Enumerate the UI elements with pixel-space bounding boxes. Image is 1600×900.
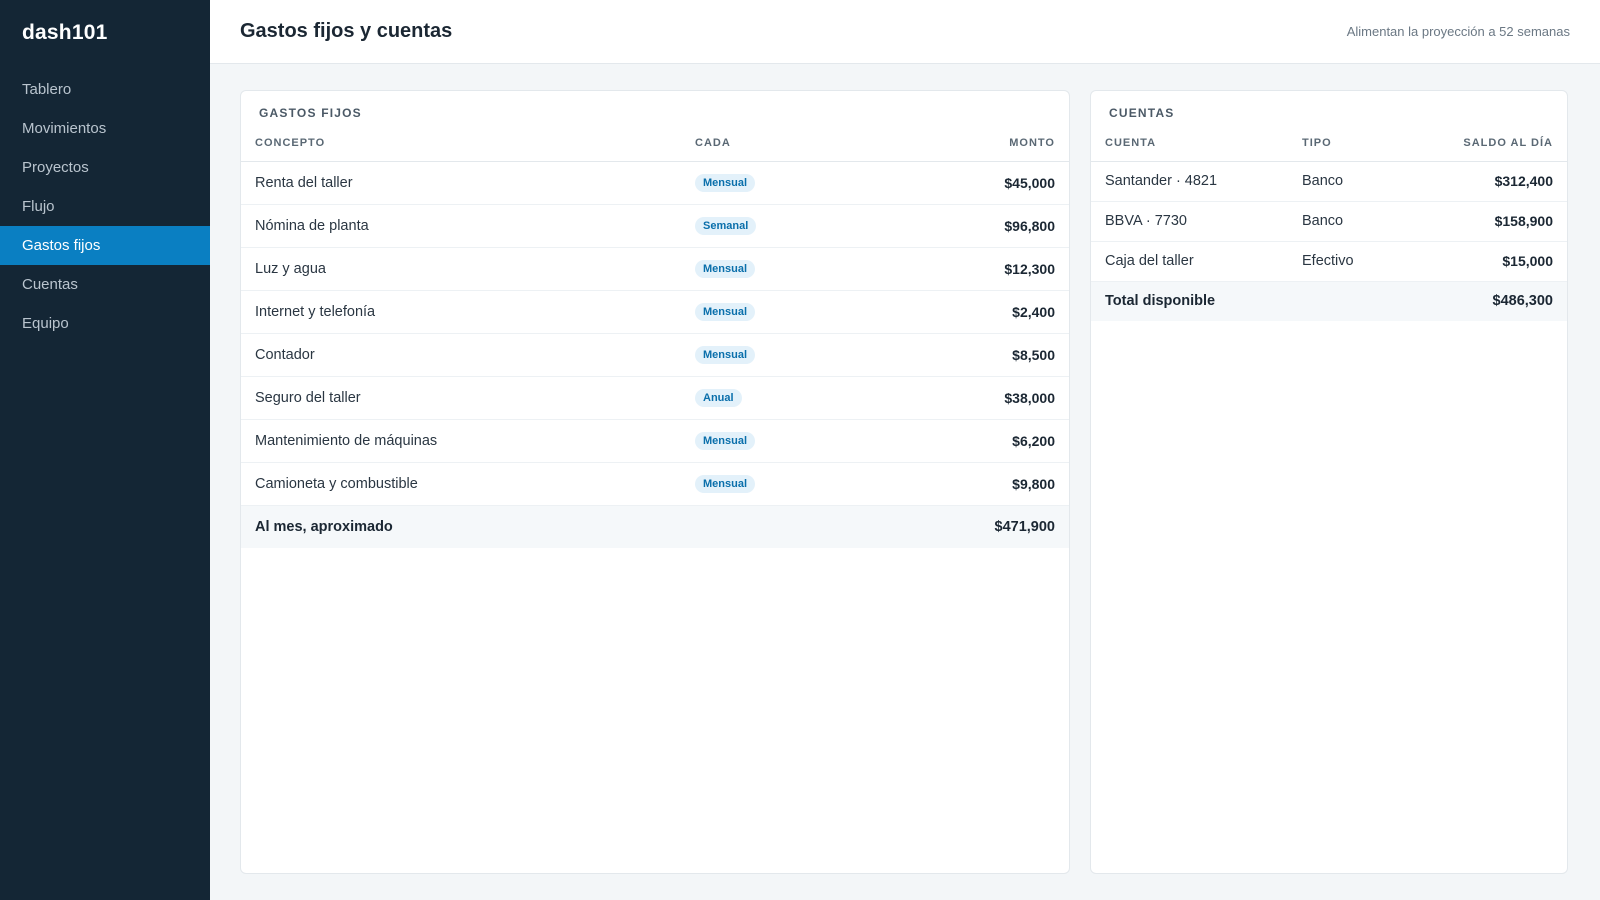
concept-cell: Seguro del taller (241, 376, 681, 420)
account-name-cell: BBVA · 7730 (1091, 201, 1288, 242)
frequency-badge: Mensual (695, 259, 756, 278)
content: GASTOS FIJOS CONCEPTO CADA MONTO Renta d… (210, 64, 1600, 900)
account-name-cell: Santander · 4821 (1091, 161, 1288, 202)
account-type-cell: Efectivo (1288, 241, 1401, 282)
page-title: Gastos fijos y cuentas (240, 20, 453, 42)
total-label: Al mes, aproximado (241, 505, 681, 548)
accounts-table: CUENTA TIPO SALDO AL DÍA Santander · 482… (1091, 125, 1567, 321)
table-row[interactable]: Seguro del taller Anual $38,000 (241, 376, 1069, 420)
table-header-row: CUENTA TIPO SALDO AL DÍA (1091, 125, 1567, 162)
frequency-badge: Mensual (695, 173, 756, 192)
top-bar: Gastos fijos y cuentas Alimentan la proy… (210, 0, 1600, 64)
concept-cell: Contador (241, 333, 681, 377)
table-row[interactable]: Luz y agua Mensual $12,300 (241, 247, 1069, 291)
total-row: Total disponible $486,300 (1091, 281, 1567, 321)
sidebar-item-movimientos[interactable]: Movimientos (0, 109, 210, 148)
frequency-badge: Semanal (695, 216, 757, 235)
frequency-badge: Mensual (695, 474, 756, 493)
card-title: CUENTAS (1109, 106, 1175, 120)
table-row[interactable]: Santander · 4821 Banco $312,400 (1091, 161, 1567, 202)
table-row[interactable]: Mantenimiento de máquinas Mensual $6,200 (241, 419, 1069, 463)
balance-cell: $15,000 (1400, 241, 1567, 282)
total-row: Al mes, aproximado $471,900 (241, 505, 1069, 548)
sidebar-item-tablero[interactable]: Tablero (0, 70, 210, 109)
sidebar-item-flujo[interactable]: Flujo (0, 187, 210, 226)
concept-cell: Nómina de planta (241, 204, 681, 248)
table-header-row: CONCEPTO CADA MONTO (241, 125, 1069, 162)
amount-cell: $96,800 (875, 204, 1069, 248)
brand-logo[interactable]: dash101 (0, 0, 210, 70)
table-row[interactable]: Contador Mensual $8,500 (241, 333, 1069, 377)
frequency-badge: Mensual (695, 302, 756, 321)
account-type-cell: Banco (1288, 201, 1401, 242)
account-type-cell: Banco (1288, 161, 1401, 202)
concept-cell: Renta del taller (241, 161, 681, 205)
main-area: Gastos fijos y cuentas Alimentan la proy… (210, 0, 1600, 900)
total-label: Total disponible (1091, 281, 1288, 321)
balance-cell: $158,900 (1400, 201, 1567, 242)
sidebar-item-proyectos[interactable]: Proyectos (0, 148, 210, 187)
sidebar-item-gastos-fijos[interactable]: Gastos fijos (0, 226, 210, 265)
concept-cell: Mantenimiento de máquinas (241, 419, 681, 463)
table-row[interactable]: Caja del taller Efectivo $15,000 (1091, 241, 1567, 282)
amount-cell: $12,300 (875, 247, 1069, 291)
column-header-monto: MONTO (875, 125, 1069, 162)
frequency-badge: Mensual (695, 431, 756, 450)
sidebar: dash101 Tablero Movimientos Proyectos Fl… (0, 0, 210, 900)
column-header-tipo: TIPO (1288, 125, 1401, 162)
table-row[interactable]: BBVA · 7730 Banco $158,900 (1091, 201, 1567, 242)
accounts-card: CUENTAS CUENTA TIPO SALDO AL DÍA Santand… (1090, 90, 1568, 874)
amount-cell: $6,200 (875, 419, 1069, 463)
amount-cell: $9,800 (875, 462, 1069, 506)
sidebar-item-cuentas[interactable]: Cuentas (0, 265, 210, 304)
concept-cell: Internet y telefonía (241, 290, 681, 334)
balance-cell: $312,400 (1400, 161, 1567, 202)
column-header-cuenta: CUENTA (1091, 125, 1288, 162)
column-header-cada: CADA (681, 125, 876, 162)
fixed-expenses-card: GASTOS FIJOS CONCEPTO CADA MONTO Renta d… (240, 90, 1070, 874)
concept-cell: Luz y agua (241, 247, 681, 291)
column-header-concepto: CONCEPTO (241, 125, 681, 162)
fixed-expenses-table: CONCEPTO CADA MONTO Renta del taller Men… (241, 125, 1069, 548)
sidebar-item-equipo[interactable]: Equipo (0, 304, 210, 343)
card-title: GASTOS FIJOS (259, 106, 362, 120)
total-amount: $471,900 (875, 505, 1069, 548)
amount-cell: $2,400 (875, 290, 1069, 334)
table-row[interactable]: Camioneta y combustible Mensual $9,800 (241, 462, 1069, 506)
table-row[interactable]: Renta del taller Mensual $45,000 (241, 161, 1069, 205)
amount-cell: $8,500 (875, 333, 1069, 377)
page-subtitle: Alimentan la proyección a 52 semanas (1346, 24, 1570, 39)
total-amount: $486,300 (1400, 281, 1567, 321)
amount-cell: $45,000 (875, 161, 1069, 205)
sidebar-nav: Tablero Movimientos Proyectos Flujo Gast… (0, 70, 210, 343)
table-row[interactable]: Nómina de planta Semanal $96,800 (241, 204, 1069, 248)
frequency-badge: Anual (695, 388, 742, 407)
column-header-saldo: SALDO AL DÍA (1400, 125, 1567, 162)
amount-cell: $38,000 (875, 376, 1069, 420)
account-name-cell: Caja del taller (1091, 241, 1288, 282)
frequency-badge: Mensual (695, 345, 756, 364)
table-row[interactable]: Internet y telefonía Mensual $2,400 (241, 290, 1069, 334)
concept-cell: Camioneta y combustible (241, 462, 681, 506)
